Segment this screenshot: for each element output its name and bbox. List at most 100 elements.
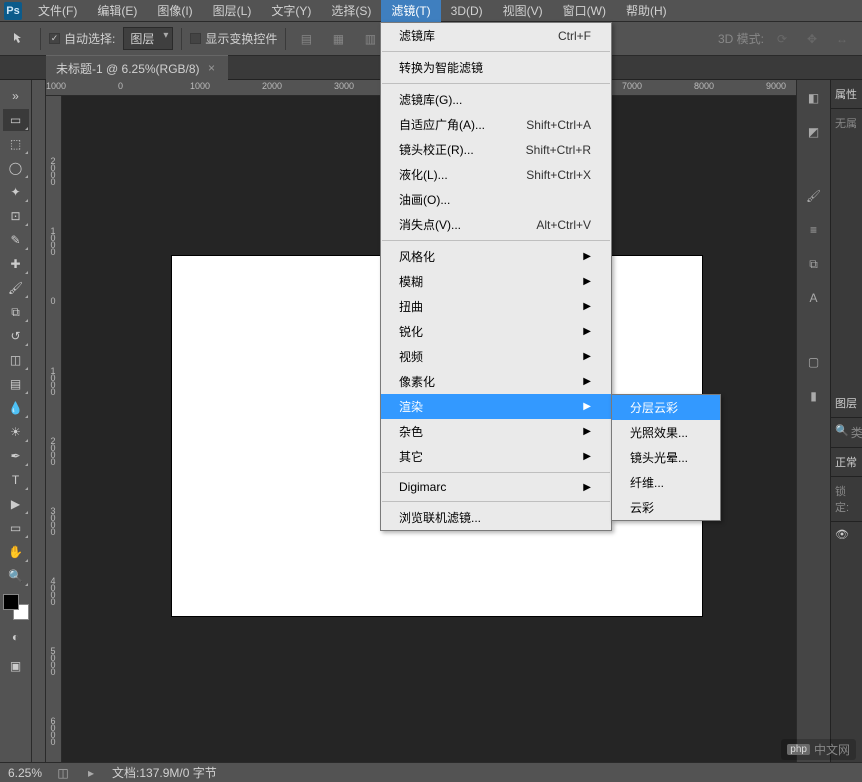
menu-item-shortcut: Shift+Ctrl+X: [526, 168, 591, 182]
blur-tool[interactable]: 💧: [3, 397, 29, 419]
marquee-tool[interactable]: ⬚: [3, 133, 29, 155]
stamp-tool[interactable]: ⧉: [3, 301, 29, 323]
menu-item-label: 滤镜库: [399, 27, 435, 44]
brush-icon[interactable]: 🖌: [802, 184, 826, 208]
menu-file[interactable]: 文件(F): [28, 0, 87, 22]
menu-item-[interactable]: 模糊▶: [381, 269, 611, 294]
align-left-icon[interactable]: ▤: [294, 27, 318, 51]
dodge-tool[interactable]: ☀: [3, 421, 29, 443]
pan-3d-icon[interactable]: ✥: [800, 27, 824, 51]
menu-item-R[interactable]: 镜头校正(R)...Shift+Ctrl+R: [381, 137, 611, 162]
ruler-v-gutter: [32, 80, 46, 762]
menu-item-[interactable]: 风格化▶: [381, 244, 611, 269]
layer-dropdown[interactable]: 图层: [123, 27, 173, 50]
quick-select-tool[interactable]: ✦: [3, 181, 29, 203]
ruler-vertical[interactable]: 0200010000100020003000400050006000: [46, 96, 62, 762]
ruler-h-mark: 9000: [766, 81, 786, 91]
brush-tool[interactable]: 🖌: [3, 277, 29, 299]
eyedropper-tool[interactable]: ✎: [3, 229, 29, 251]
ruler-h-mark: 2000: [262, 81, 282, 91]
menu-item-[interactable]: 视频▶: [381, 344, 611, 369]
menu-item-A[interactable]: 自适应广角(A)...Shift+Ctrl+A: [381, 112, 611, 137]
layers-tab[interactable]: 图层: [831, 389, 862, 418]
menu-help[interactable]: 帮助(H): [616, 0, 677, 22]
blend-mode-dropdown[interactable]: 正常: [831, 448, 862, 477]
history-brush-tool[interactable]: ↺: [3, 325, 29, 347]
menu-item-[interactable]: 扭曲▶: [381, 294, 611, 319]
type-tool[interactable]: T: [3, 469, 29, 491]
document-info[interactable]: 文档:137.9M/0 字节: [112, 764, 217, 781]
properties-tab[interactable]: 属性: [831, 80, 862, 109]
menu-edit[interactable]: 编辑(E): [87, 0, 147, 22]
menu-item-[interactable]: 像素化▶: [381, 369, 611, 394]
move-tool[interactable]: ▭: [3, 109, 29, 131]
hand-tool[interactable]: ✋: [3, 541, 29, 563]
menu-select[interactable]: 选择(S): [321, 0, 381, 22]
menu-3d[interactable]: 3D(D): [441, 1, 493, 21]
adjustments-icon[interactable]: ◧: [802, 86, 826, 110]
submenu-item-[interactable]: 纤维...: [612, 470, 720, 495]
zoom-tool[interactable]: 🔍: [3, 565, 29, 587]
submenu-item-[interactable]: 云彩: [612, 495, 720, 520]
color-swatches[interactable]: [3, 594, 29, 620]
menu-image[interactable]: 图像(I): [147, 0, 202, 22]
menu-item-[interactable]: 浏览联机滤镜...: [381, 505, 611, 530]
heal-tool[interactable]: ✚: [3, 253, 29, 275]
show-transform-checkbox[interactable]: 显示变换控件: [190, 30, 277, 47]
brush-presets-icon[interactable]: ≡: [802, 218, 826, 242]
submenu-item-[interactable]: 镜头光晕...: [612, 445, 720, 470]
menu-item-V[interactable]: 消失点(V)...Alt+Ctrl+V: [381, 212, 611, 237]
swatches-icon[interactable]: ◫: [56, 766, 70, 780]
menu-item-L[interactable]: 液化(L)...Shift+Ctrl+X: [381, 162, 611, 187]
align-right-icon[interactable]: ▥: [358, 27, 382, 51]
crop-tool[interactable]: ⊡: [3, 205, 29, 227]
info-chevron-icon[interactable]: ▸: [84, 766, 98, 780]
menu-item-[interactable]: 杂色▶: [381, 419, 611, 444]
orbit-3d-icon[interactable]: ⟳: [770, 27, 794, 51]
screen-mode-icon[interactable]: ▣: [3, 655, 29, 677]
zoom-level[interactable]: 6.25%: [8, 766, 42, 780]
menu-item-[interactable]: 锐化▶: [381, 319, 611, 344]
menu-layer[interactable]: 图层(L): [203, 0, 262, 22]
menu-item-O[interactable]: 油画(O)...: [381, 187, 611, 212]
path-select-tool[interactable]: ▶: [3, 493, 29, 515]
layer-visibility-icon[interactable]: 👁: [831, 522, 862, 547]
ruler-v-mark: 1000: [48, 366, 58, 394]
menu-view[interactable]: 视图(V): [493, 0, 553, 22]
close-icon[interactable]: ×: [206, 62, 218, 74]
submenu-arrow-icon: ▶: [583, 351, 591, 362]
histogram-icon[interactable]: ▮: [802, 384, 826, 408]
menu-item-G[interactable]: 滤镜库(G)...: [381, 87, 611, 112]
gradient-tool[interactable]: ▤: [3, 373, 29, 395]
clone-source-icon[interactable]: ⧉: [802, 252, 826, 276]
menu-type[interactable]: 文字(Y): [261, 0, 321, 22]
align-center-icon[interactable]: ▦: [326, 27, 350, 51]
submenu-item-[interactable]: 分层云彩: [612, 395, 720, 420]
menu-window[interactable]: 窗口(W): [553, 0, 616, 22]
eraser-tool[interactable]: ◫: [3, 349, 29, 371]
pen-tool[interactable]: ✒: [3, 445, 29, 467]
menu-filter[interactable]: 滤镜(T): [381, 0, 440, 22]
quick-mask-icon[interactable]: ◐: [3, 626, 29, 648]
menu-item-[interactable]: 转换为智能滤镜: [381, 55, 611, 80]
menu-item-[interactable]: 渲染▶: [381, 394, 611, 419]
fg-swatch[interactable]: [3, 594, 19, 610]
collapse-icon[interactable]: »: [3, 85, 29, 107]
move-tool-icon[interactable]: [8, 27, 32, 51]
auto-select-checkbox[interactable]: 自动选择:: [49, 30, 115, 47]
slide-3d-icon[interactable]: ↔: [830, 27, 854, 51]
menu-item-Digimarc[interactable]: Digimarc▶: [381, 476, 611, 498]
menu-item-shortcut: Ctrl+F: [558, 29, 591, 43]
menu-item-[interactable]: 其它▶: [381, 444, 611, 469]
document-tab[interactable]: 未标题-1 @ 6.25%(RGB/8) ×: [46, 55, 228, 81]
layer-search[interactable]: 🔍类: [831, 418, 862, 448]
submenu-item-[interactable]: 光照效果...: [612, 420, 720, 445]
menu-item-[interactable]: 滤镜库 Ctrl+F: [381, 23, 611, 48]
character-icon[interactable]: A: [802, 286, 826, 310]
rectangle-tool[interactable]: ▭: [3, 517, 29, 539]
styles-icon[interactable]: ◩: [802, 120, 826, 144]
navigator-icon[interactable]: ▢: [802, 350, 826, 374]
menu-separator: [382, 472, 610, 473]
lasso-tool[interactable]: ◯: [3, 157, 29, 179]
menu-item-label: 镜头校正(R)...: [399, 141, 474, 158]
